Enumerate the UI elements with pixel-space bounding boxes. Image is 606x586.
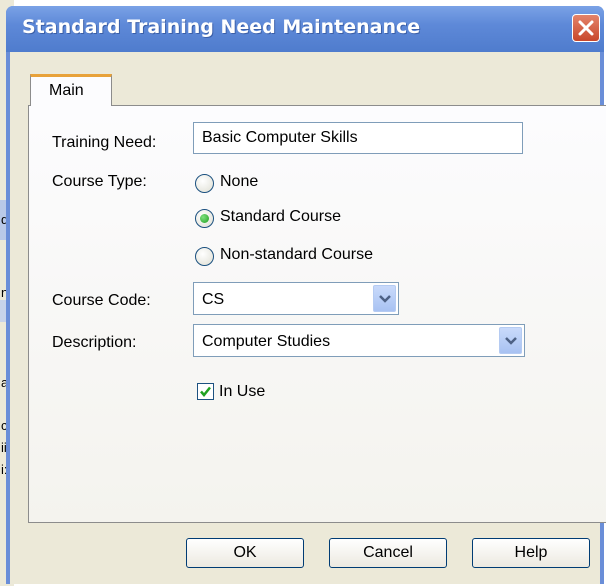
course-type-none-radio[interactable]: None: [195, 173, 315, 197]
radio-button[interactable]: [195, 174, 214, 193]
cancel-button[interactable]: Cancel: [329, 538, 447, 568]
description-value: Computer Studies: [202, 333, 331, 350]
radio-selected-dot: [200, 214, 209, 223]
dialog-client-area: Main Training Need: Basic Computer Skill…: [10, 52, 606, 584]
radio-label: Standard Course: [220, 208, 341, 225]
ok-button[interactable]: OK: [186, 538, 304, 568]
window-title: Standard Training Need Maintenance: [22, 16, 421, 38]
radio-label: Non-standard Course: [220, 246, 373, 263]
course-type-standard-radio[interactable]: Standard Course: [195, 208, 395, 232]
description-dropdown-button[interactable]: [499, 327, 522, 354]
in-use-checkbox[interactable]: [197, 383, 214, 400]
chevron-down-icon: [505, 337, 517, 345]
help-button[interactable]: Help: [472, 538, 590, 568]
course-code-dropdown-button[interactable]: [373, 285, 396, 312]
close-button[interactable]: [572, 14, 600, 42]
tab-panel-main: Training Need: Basic Computer Skills Cou…: [28, 105, 606, 523]
radio-label: None: [220, 173, 259, 190]
radio-button[interactable]: [195, 247, 214, 266]
description-label: Description:: [52, 334, 137, 351]
course-code-select[interactable]: CS: [193, 282, 399, 315]
description-select[interactable]: Computer Studies: [193, 324, 525, 357]
tab-main-label: Main: [49, 82, 84, 99]
in-use-label: In Use: [219, 383, 266, 400]
course-code-value: CS: [202, 291, 225, 308]
check-icon: [200, 386, 211, 397]
course-type-nonstandard-radio[interactable]: Non-standard Course: [195, 246, 435, 270]
radio-button[interactable]: [195, 209, 214, 228]
chevron-down-icon: [379, 295, 391, 303]
course-code-label: Course Code:: [52, 292, 151, 309]
title-bar[interactable]: Standard Training Need Maintenance: [6, 6, 604, 52]
dialog-window: Standard Training Need Maintenance Main …: [6, 6, 606, 584]
training-need-label: Training Need:: [52, 134, 157, 151]
training-need-value: Basic Computer Skills: [202, 129, 358, 146]
close-icon: [578, 20, 594, 36]
tab-main[interactable]: Main: [30, 74, 112, 106]
course-type-label: Course Type:: [52, 173, 147, 190]
training-need-input[interactable]: Basic Computer Skills: [193, 122, 523, 154]
